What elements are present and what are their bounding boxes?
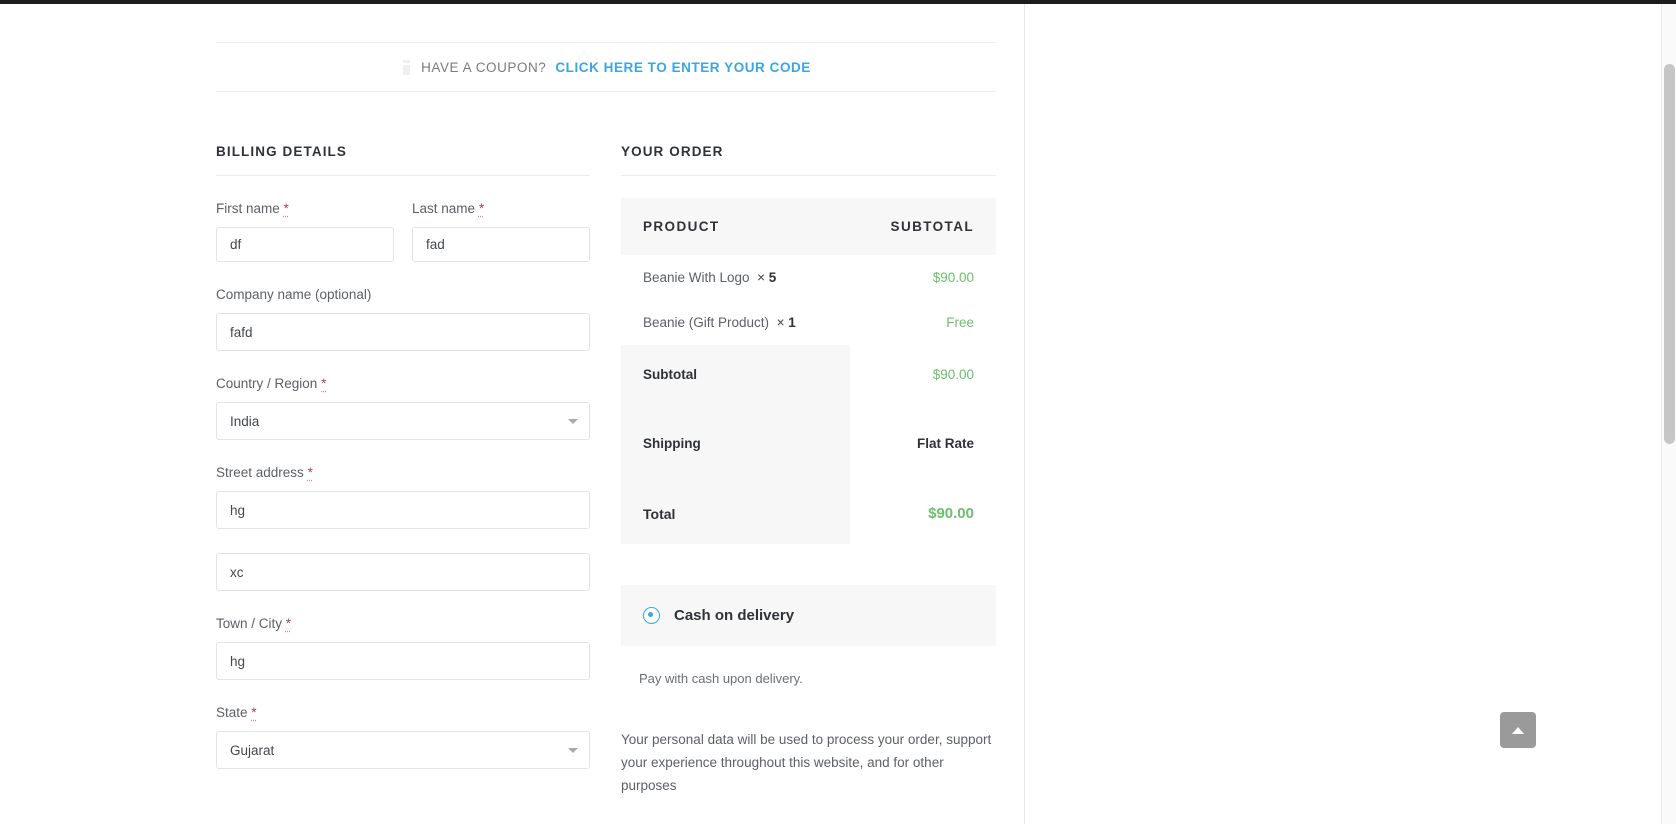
street-address-input[interactable] [216,491,590,529]
order-review-table: PRODUCT SUBTOTAL Beanie With Logo × 5 [621,198,996,544]
first-name-label: First name * [216,200,394,218]
first-name-input[interactable] [216,227,394,262]
order-item-name-1: Beanie (Gift Product) × 1 [621,300,850,345]
radio-selected-icon[interactable] [643,607,660,624]
state-field-group: State * Gujarat [216,704,590,769]
order-item-subtotal-0: $90.00 [850,255,996,300]
item-name-text: Beanie With Logo [643,270,750,285]
company-input[interactable] [216,313,590,351]
your-order-section: YOUR ORDER PRODUCT SUBTOTAL Beanie With … [621,144,996,797]
scroll-to-top-button[interactable] [1500,712,1536,748]
city-input[interactable] [216,642,590,680]
last-name-field-group: Last name * [412,200,590,262]
street-address-label-text: Street address [216,465,304,480]
last-name-input[interactable] [412,227,590,262]
required-marker: * [479,201,484,216]
total-value: $90.00 [850,483,996,544]
street-address-label: Street address * [216,464,590,482]
table-row: Beanie With Logo × 5 $90.00 [621,255,996,300]
country-select[interactable]: India [216,402,590,440]
page-content: HAVE A COUPON? CLICK HERE TO ENTER YOUR … [0,4,1024,824]
order-item-name-0: Beanie With Logo × 5 [621,255,850,300]
street-address-2-input[interactable] [216,553,590,591]
order-shipping-row: Shipping Flat Rate [621,404,996,483]
first-name-field-group: First name * [216,200,394,262]
column-header-subtotal: SUBTOTAL [850,198,996,255]
column-header-product: PRODUCT [621,198,850,255]
checkout-page: HAVE A COUPON? CLICK HERE TO ENTER YOUR … [0,0,1676,824]
city-label: Town / City * [216,615,590,633]
subtotal-label: Subtotal [621,345,850,404]
billing-details-heading: BILLING DETAILS [216,144,590,176]
item-name-text: Beanie (Gift Product) [643,315,769,330]
street-address-field-group: Street address * [216,464,590,529]
shipping-method-value: Flat Rate [850,404,996,483]
billing-details-section: BILLING DETAILS First name * Last name * [216,144,590,769]
item-qty-1: × 1 [773,315,796,330]
country-label-text: Country / Region [216,376,317,391]
country-label: Country / Region * [216,375,590,393]
shipping-label: Shipping [621,404,850,483]
company-field-group: Company name (optional) [216,286,590,351]
order-total-row: Total $90.00 [621,483,996,544]
page-scrollbar[interactable] [1661,4,1676,824]
your-order-heading: YOUR ORDER [621,144,996,176]
city-label-text: Town / City [216,616,282,631]
tag-icon [401,60,412,75]
state-select[interactable]: Gujarat [216,731,590,769]
coupon-enter-code-link[interactable]: CLICK HERE TO ENTER YOUR CODE [555,60,810,75]
coupon-notice: HAVE A COUPON? CLICK HERE TO ENTER YOUR … [216,42,996,92]
scrollbar-thumb[interactable] [1664,64,1675,444]
city-field-group: Town / City * [216,615,590,680]
chevron-up-icon [1512,727,1524,734]
required-marker: * [284,201,289,216]
company-label: Company name (optional) [216,286,590,304]
state-label-text: State [216,705,248,720]
order-item-subtotal-1: Free [850,300,996,345]
item-qty-0: × 5 [753,270,776,285]
state-select-wrap: Gujarat [216,731,590,769]
last-name-label: Last name * [412,200,590,218]
country-field-group: Country / Region * India [216,375,590,440]
order-table-header-row: PRODUCT SUBTOTAL [621,198,996,255]
payment-method-description: Pay with cash upon delivery. [621,671,996,686]
subtotal-value: $90.00 [850,345,996,404]
table-row: Beanie (Gift Product) × 1 Free [621,300,996,345]
required-marker: * [308,465,313,480]
first-name-label-text: First name [216,201,280,216]
name-field-row: First name * Last name * [216,176,590,262]
country-select-wrap: India [216,402,590,440]
privacy-policy-text: Your personal data will be used to proce… [621,728,993,797]
state-label: State * [216,704,590,722]
required-marker: * [321,376,326,391]
content-divider [1024,4,1025,824]
payment-method-label: Cash on delivery [674,607,794,624]
last-name-label-text: Last name [412,201,475,216]
required-marker: * [251,705,256,720]
required-marker: * [286,616,291,631]
order-subtotal-row: Subtotal $90.00 [621,345,996,404]
total-label: Total [621,483,850,544]
payment-method-cash-on-delivery[interactable]: Cash on delivery [621,585,996,646]
street-address-2-field-group [216,553,590,591]
coupon-prompt: HAVE A COUPON? [421,60,546,75]
